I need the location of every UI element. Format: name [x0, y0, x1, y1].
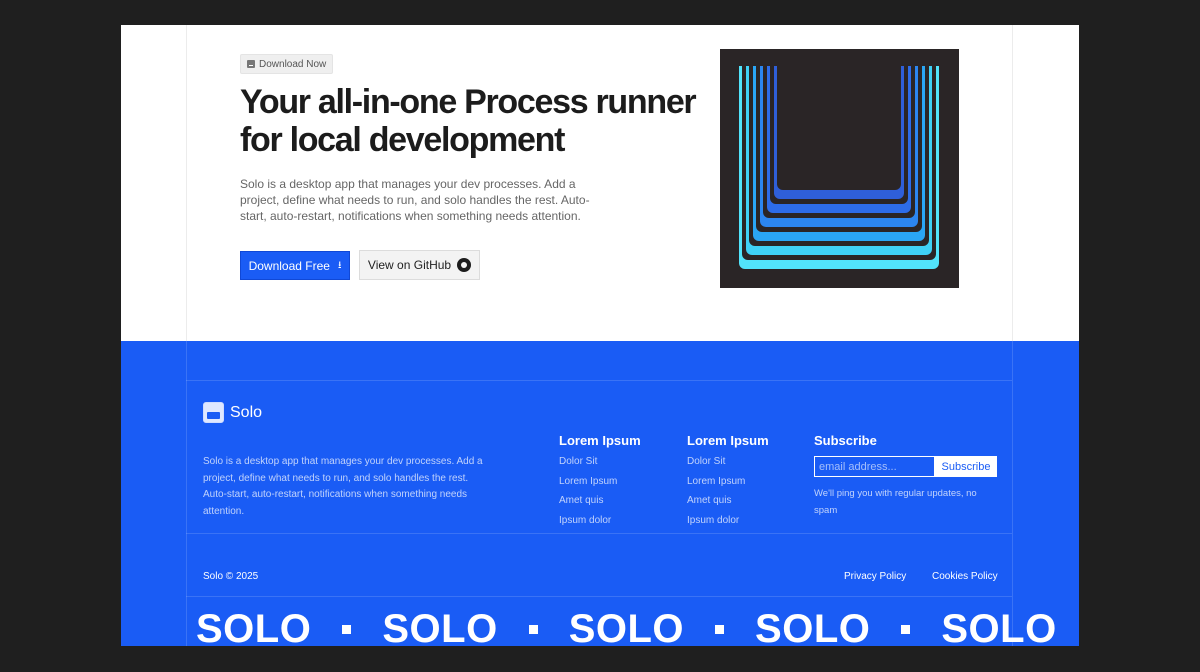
footer-link[interactable]: Dolor Sit	[559, 456, 617, 476]
subscribe-heading: Subscribe	[814, 433, 877, 448]
marquee-word: SOLO	[941, 607, 1057, 646]
view-on-github-button[interactable]: View on GitHub	[359, 250, 480, 280]
footer-link[interactable]: Amet quis	[559, 495, 617, 515]
download-free-button[interactable]: Download Free ⭳	[240, 251, 350, 280]
solo-marquee: SOLO SOLO SOLO SOLO SOLO	[196, 609, 1057, 646]
subscribe-note: We'll ping you with regular updates, no …	[814, 488, 977, 516]
gutter-line	[1012, 25, 1013, 341]
privacy-policy-link[interactable]: Privacy Policy	[844, 571, 906, 582]
marquee-word: SOLO	[568, 607, 685, 646]
marquee-separator	[901, 624, 911, 634]
download-icon	[247, 60, 255, 68]
footer-link[interactable]: Ipsum dolor	[559, 515, 617, 535]
footer-link[interactable]: Lorem Ipsum	[559, 476, 617, 496]
marquee-word: SOLO	[755, 607, 871, 646]
gutter-line	[186, 341, 187, 646]
footer-column-heading: Lorem Ipsum	[559, 433, 641, 448]
footer-link[interactable]: Ipsum dolor	[687, 515, 745, 535]
footer-column-heading: Lorem Ipsum	[687, 433, 769, 448]
github-button-label: View on GitHub	[367, 258, 452, 272]
subscribe-form: Subscribe	[814, 456, 997, 477]
solo-logo-icon	[203, 402, 224, 423]
artwork-gap	[777, 66, 901, 190]
marquee-word: SOLO	[382, 607, 498, 646]
footer: Solo Solo is a desktop app that manages …	[121, 341, 1079, 646]
gutter-line	[1012, 341, 1013, 646]
footer-link-list: Dolor Sit Lorem Ipsum Amet quis Ipsum do…	[687, 456, 745, 534]
footer-link[interactable]: Amet quis	[687, 495, 745, 515]
gutter-line	[186, 25, 187, 341]
marquee-word: SOLO	[196, 607, 312, 646]
github-icon	[457, 258, 472, 272]
marquee-separator	[528, 624, 538, 634]
hero-artwork	[720, 49, 959, 288]
footer-link-list: Dolor Sit Lorem Ipsum Amet quis Ipsum do…	[559, 456, 617, 534]
copyright: Solo © 2025	[203, 571, 259, 582]
hero-description: Solo is a desktop app that manages your …	[240, 177, 590, 223]
page: Download Now Your all-in-one Process run…	[121, 25, 1079, 646]
marquee-separator	[342, 624, 352, 634]
brand-description: Solo is a desktop app that manages your …	[203, 456, 483, 517]
hero-section: Download Now Your all-in-one Process run…	[121, 25, 1079, 341]
divider	[186, 380, 1012, 381]
marquee-separator	[715, 624, 725, 634]
footer-brand[interactable]: Solo	[203, 402, 262, 423]
email-input[interactable]	[814, 456, 935, 477]
subscribe-button[interactable]: Subscribe	[935, 456, 997, 477]
footer-link[interactable]: Dolor Sit	[687, 456, 745, 476]
footer-link[interactable]: Lorem Ipsum	[687, 476, 745, 496]
badge-label: Download Now	[259, 58, 327, 70]
arrow-down-icon: ⭳	[337, 259, 342, 271]
cookies-policy-link[interactable]: Cookies Policy	[932, 571, 998, 582]
hero-title: Your all-in-one Process runner for local…	[240, 83, 697, 159]
brand-name: Solo	[230, 403, 263, 421]
download-free-label: Download Free	[248, 258, 330, 273]
divider	[186, 596, 1012, 597]
download-now-badge[interactable]: Download Now	[240, 54, 334, 74]
